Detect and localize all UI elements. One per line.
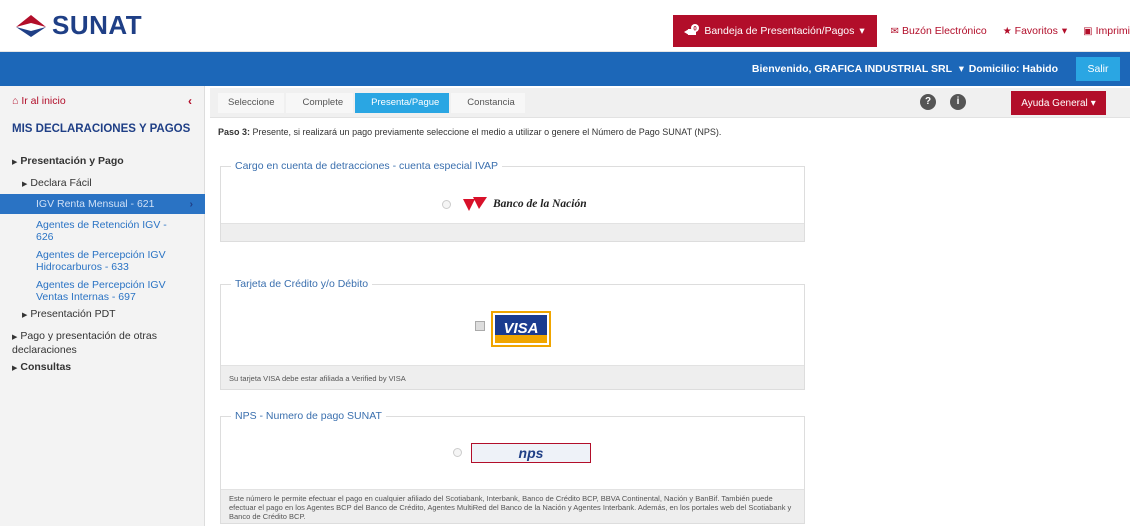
sidebar-item-igv-renta-621[interactable]: IGV Renta Mensual - 621 › bbox=[0, 194, 205, 214]
sidebar-item-label: Declara Fácil bbox=[30, 177, 92, 189]
logo-text: SUNAT bbox=[52, 9, 143, 40]
detracciones-radio[interactable] bbox=[442, 200, 451, 209]
step-presenta-pague[interactable]: Presenta/Pague bbox=[355, 93, 450, 113]
sidebar-item-otras-declaraciones[interactable]: ▶ Pago y presentación de otras declaracio… bbox=[0, 330, 190, 356]
favoritos-link[interactable]: ★ Favoritos ▾ bbox=[1003, 25, 1067, 37]
home-icon: ⌂ bbox=[12, 95, 19, 107]
envelope-icon: ✉ bbox=[890, 25, 900, 37]
print-icon: ▣ bbox=[1083, 25, 1093, 37]
home-link[interactable]: ⌂ Ir al inicio ‹ bbox=[12, 94, 192, 108]
bandeja-button[interactable]: 0 Bandeja de Presentación/Pagos ▾ bbox=[673, 15, 877, 47]
top-header: SUNAT 0 Bandeja de Presentación/Pagos ▾ … bbox=[0, 0, 1130, 52]
caret-right-icon: ▶ bbox=[12, 159, 18, 166]
step-text: Presente, si realizará un pago previamen… bbox=[250, 127, 722, 137]
tarjeta-checkbox[interactable] bbox=[475, 321, 485, 331]
caret-right-icon: ▶ bbox=[22, 312, 28, 319]
wizard-steps-bar: Seleccione Complete Presenta/Pague Const… bbox=[210, 88, 1130, 118]
bank-name: Banco de la Nación bbox=[493, 198, 587, 210]
sidebar-item-declara-facil[interactable]: ▶ Declara Fácil bbox=[0, 177, 205, 191]
nps-card: NPS - Numero de pago SUNAT nps Este núme… bbox=[220, 410, 805, 524]
sidebar-item-percepcion-697[interactable]: Agentes de Percepción IGV Ventas Interna… bbox=[0, 279, 170, 303]
welcome-menu[interactable]: Bienvenido, GRAFICA INDUSTRIAL SRL ▾ bbox=[752, 63, 964, 75]
chevron-down-icon: ▾ bbox=[1090, 97, 1096, 109]
wizard-steps: Seleccione Complete Presenta/Pague Const… bbox=[218, 93, 527, 113]
caret-right-icon: ▶ bbox=[22, 181, 28, 188]
buzon-label: Buzón Electrónico bbox=[902, 25, 987, 37]
nps-footer: Este número le permite efectuar el pago … bbox=[221, 489, 804, 523]
tarjeta-legend: Tarjeta de Crédito y/o Débito bbox=[231, 278, 373, 290]
nps-radio[interactable] bbox=[453, 448, 462, 457]
buzon-link[interactable]: ✉ Buzón Electrónico bbox=[891, 25, 987, 37]
visa-logo[interactable]: VISA bbox=[491, 311, 551, 347]
detracciones-legend: Cargo en cuenta de detracciones - cuenta… bbox=[231, 160, 503, 172]
bandeja-label: Bandeja de Presentación/Pagos bbox=[704, 25, 855, 37]
home-label: Ir al inicio bbox=[21, 95, 66, 107]
favoritos-label: Favoritos bbox=[1014, 25, 1058, 37]
sidebar-item-consultas[interactable]: ▶ Consultas bbox=[0, 361, 205, 375]
sidebar-item-presentacion-pdt[interactable]: ▶ Presentación PDT bbox=[0, 308, 205, 322]
ayuda-label: Ayuda General bbox=[1021, 97, 1088, 109]
domicilio-status: Domicilio: Habido bbox=[968, 63, 1058, 75]
top-navigation: 0 Bandeja de Presentación/Pagos ▾ ✉ Buzó… bbox=[673, 15, 1130, 47]
sidebar-item-label: IGV Renta Mensual - 621 bbox=[36, 198, 155, 210]
star-icon: ★ bbox=[1002, 25, 1012, 37]
sunat-logo-icon bbox=[16, 15, 46, 37]
visa-stripe bbox=[495, 335, 547, 343]
sidebar-title: MIS DECLARACIONES Y PAGOS bbox=[12, 123, 191, 135]
imprimir-label: Imprimi bbox=[1095, 25, 1130, 37]
step-number: Paso 3: bbox=[218, 127, 251, 137]
visa-card-icon: VISA bbox=[495, 315, 547, 343]
caret-right-icon: ▶ bbox=[12, 334, 18, 341]
nps-legend: NPS - Numero de pago SUNAT bbox=[231, 410, 386, 422]
sunat-logo[interactable]: SUNAT bbox=[14, 10, 142, 40]
detracciones-card: Cargo en cuenta de detracciones - cuenta… bbox=[220, 160, 805, 242]
collapse-sidebar-icon[interactable]: ‹ bbox=[188, 94, 192, 108]
imprimir-link[interactable]: ▣ Imprimi bbox=[1083, 25, 1130, 37]
nps-text: nps bbox=[518, 445, 544, 461]
nps-logo[interactable]: nps bbox=[471, 443, 591, 463]
chevron-down-icon: ▾ bbox=[958, 63, 964, 75]
sidebar-item-label: Presentación PDT bbox=[30, 308, 116, 320]
chevron-down-icon: ▾ bbox=[1061, 25, 1068, 37]
step-constancia[interactable]: Constancia bbox=[451, 93, 525, 113]
chevron-right-icon: › bbox=[189, 198, 194, 210]
banco-nacion-icon bbox=[463, 197, 487, 211]
sidebar: ⌂ Ir al inicio ‹ MIS DECLARACIONES Y PAG… bbox=[0, 86, 205, 526]
sidebar-item-label: Consultas bbox=[20, 361, 72, 373]
info-icon[interactable]: i bbox=[950, 94, 966, 110]
detracciones-footer bbox=[221, 223, 804, 241]
inbox-icon: 0 bbox=[684, 24, 700, 35]
tarjeta-card: Tarjeta de Crédito y/o Débito VISA Su ta… bbox=[220, 278, 805, 390]
user-bar: Bienvenido, GRAFICA INDUSTRIAL SRL ▾ Dom… bbox=[0, 52, 1130, 86]
tarjeta-footer: Su tarjeta VISA debe estar afiliada a Ve… bbox=[221, 365, 804, 389]
salir-button[interactable]: Salir bbox=[1076, 57, 1120, 81]
welcome-text: Bienvenido, GRAFICA INDUSTRIAL SRL bbox=[751, 63, 952, 75]
banco-nacion-logo[interactable]: Banco de la Nación bbox=[461, 195, 587, 213]
sidebar-item-retencion-626[interactable]: Agentes de Retención IGV - 626 bbox=[0, 219, 170, 243]
step-instructions: Paso 3: Presente, si realizará un pago p… bbox=[218, 127, 721, 137]
step-complete[interactable]: Complete bbox=[286, 93, 354, 113]
chevron-down-icon: ▾ bbox=[859, 25, 865, 37]
sidebar-item-percepcion-633[interactable]: Agentes de Percepción IGV Hidrocarburos … bbox=[0, 249, 170, 273]
sidebar-item-label: Presentación y Pago bbox=[20, 155, 124, 167]
sidebar-item-presentacion-pago[interactable]: ▶ Presentación y Pago bbox=[0, 155, 205, 169]
help-icon[interactable]: ? bbox=[920, 94, 936, 110]
step-seleccione[interactable]: Seleccione bbox=[218, 93, 285, 113]
sidebar-item-label: Pago y presentación de otras declaracion… bbox=[12, 330, 157, 356]
caret-right-icon: ▶ bbox=[12, 365, 18, 372]
ayuda-general-button[interactable]: Ayuda General ▾ bbox=[1011, 91, 1106, 115]
